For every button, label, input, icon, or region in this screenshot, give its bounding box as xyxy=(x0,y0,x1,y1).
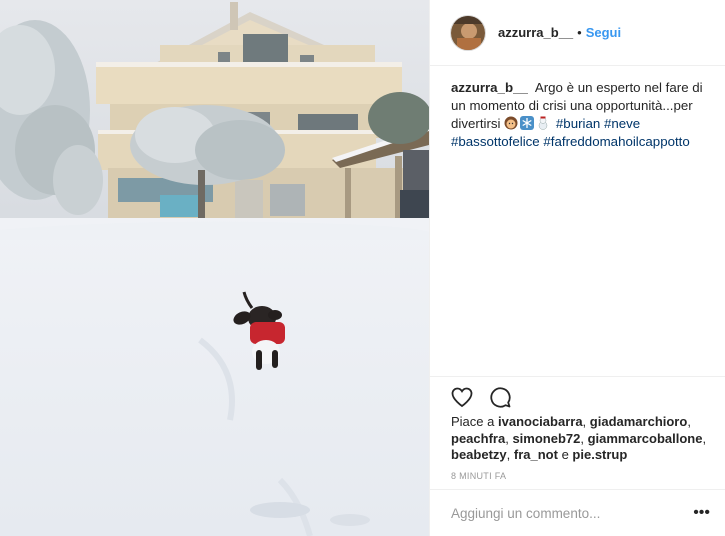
header-separator: • xyxy=(577,25,582,40)
post-caption: azzurra_b__ Argo è un esperto nel fare d… xyxy=(451,79,715,151)
like-user[interactable]: giammarcoballone xyxy=(588,431,703,446)
heart-icon[interactable] xyxy=(450,385,474,409)
post-header: azzurra_b__ • Segui xyxy=(430,0,725,66)
like-user[interactable]: ivanociabarra xyxy=(498,414,583,429)
woman-face-emoji xyxy=(504,116,518,130)
snowflake-emoji xyxy=(520,116,535,130)
comment-bar: ••• xyxy=(430,489,725,536)
hashtag-bassottofelice[interactable]: #bassottofelice xyxy=(451,134,540,149)
snowman-emoji xyxy=(536,116,550,130)
avatar[interactable] xyxy=(450,14,486,51)
header-username[interactable]: azzurra_b__ xyxy=(498,25,573,40)
follow-button[interactable]: Segui xyxy=(586,25,621,40)
like-user[interactable]: peachfra xyxy=(451,431,505,446)
post-actions xyxy=(430,376,725,416)
likes-summary: Piace a ivanociabarra, giadamarchioro, p… xyxy=(451,414,707,462)
comment-bubble-icon[interactable] xyxy=(488,385,512,409)
caption-username[interactable]: azzurra_b__ xyxy=(451,80,528,95)
post-photo[interactable] xyxy=(0,0,429,536)
hashtag-neve[interactable]: #neve xyxy=(604,116,640,131)
comment-input[interactable] xyxy=(451,505,671,521)
like-user[interactable]: giadamarchioro xyxy=(590,414,688,429)
like-user[interactable]: fra_not xyxy=(514,447,558,462)
hashtag-fafreddomahoilcappotto[interactable]: #fafreddomahoilcappotto xyxy=(543,134,689,149)
likes-prefix: Piace a xyxy=(451,414,495,429)
like-user[interactable]: pie.strup xyxy=(572,447,627,462)
post-timestamp[interactable]: 8 minuti fa xyxy=(451,471,506,481)
snow-scene-image xyxy=(0,0,429,536)
hashtag-burian[interactable]: #burian xyxy=(556,116,600,131)
likes-conjunction: e xyxy=(561,447,569,462)
post-side-panel: azzurra_b__ • Segui azzurra_b__ Argo è u… xyxy=(429,0,725,536)
more-options-icon[interactable]: ••• xyxy=(693,504,710,522)
like-user[interactable]: simoneb72 xyxy=(512,431,580,446)
like-user[interactable]: beabetzy xyxy=(451,447,507,462)
